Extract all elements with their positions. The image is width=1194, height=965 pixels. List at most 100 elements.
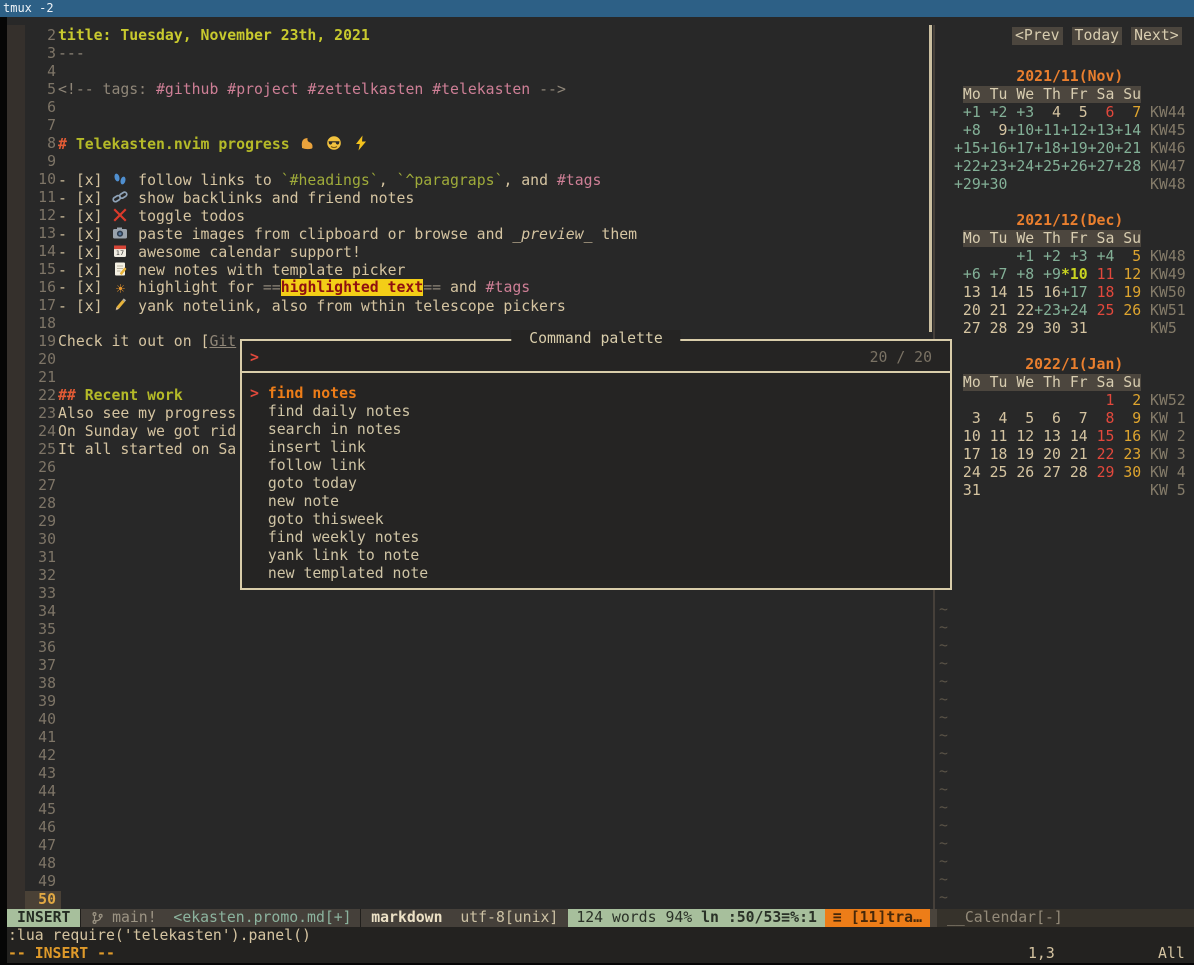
calendar-day[interactable]: +17 xyxy=(1007,140,1034,157)
editor-line[interactable]: 50 xyxy=(7,891,935,909)
calendar-day[interactable]: 31 xyxy=(1061,320,1088,337)
buffer-tab-segment[interactable]: ≡ [11]tra… xyxy=(825,909,930,927)
editor-line[interactable]: 14- [x] 17 awesome calendar support! xyxy=(7,243,935,261)
calendar-day[interactable]: 17 xyxy=(954,446,981,463)
editor-line[interactable]: 44 xyxy=(7,783,935,801)
editor-line[interactable]: 48 xyxy=(7,855,935,873)
editor-line[interactable]: 18 xyxy=(7,315,935,333)
calendar-day[interactable]: 30 xyxy=(1034,320,1061,337)
editor-line[interactable]: 39 xyxy=(7,693,935,711)
editor-line[interactable]: 12- [x] toggle todos xyxy=(7,207,935,225)
calendar-day[interactable]: +3 xyxy=(1007,104,1034,121)
editor-line[interactable]: 5<!-- tags: #github #project #zettelkast… xyxy=(7,81,935,99)
calendar-day[interactable]: +13 xyxy=(1088,122,1115,139)
calendar-day[interactable]: 6 xyxy=(1088,104,1115,121)
calendar-day[interactable]: 13 xyxy=(1034,428,1061,445)
editor-line[interactable]: 7 xyxy=(7,117,935,135)
calendar-day[interactable]: 1 xyxy=(1088,392,1115,409)
palette-item[interactable]: goto thisweek xyxy=(242,511,950,529)
calendar-day[interactable]: 29 xyxy=(1007,320,1034,337)
calendar-day[interactable]: +22 xyxy=(954,158,981,175)
calendar-day[interactable]: +2 xyxy=(981,104,1008,121)
calendar-day[interactable]: 21 xyxy=(981,302,1008,319)
calendar-day[interactable]: 22 xyxy=(1007,302,1034,319)
calendar-day[interactable]: +27 xyxy=(1088,158,1115,175)
calendar-day[interactable]: +25 xyxy=(1034,158,1061,175)
calendar-day[interactable]: 30 xyxy=(1114,464,1141,481)
calendar-day[interactable]: +18 xyxy=(1034,140,1061,157)
calendar-day[interactable]: +19 xyxy=(1061,140,1088,157)
calendar-day[interactable]: +16 xyxy=(981,140,1008,157)
editor-line[interactable]: 34 xyxy=(7,603,935,621)
calendar-day[interactable]: 11 xyxy=(1088,266,1115,283)
editor-line[interactable]: 45 xyxy=(7,801,935,819)
calendar-day[interactable]: 16 xyxy=(1034,284,1061,301)
calendar-day[interactable]: +14 xyxy=(1114,122,1141,139)
palette-item[interactable]: new note xyxy=(242,493,950,511)
editor-line[interactable]: 42 xyxy=(7,747,935,765)
calendar-day[interactable]: 4 xyxy=(981,410,1008,427)
calendar-day[interactable]: +20 xyxy=(1088,140,1115,157)
calendar-day[interactable]: +24 xyxy=(1061,302,1088,319)
calendar-day[interactable]: 31 xyxy=(954,482,981,499)
calendar-day[interactable]: 22 xyxy=(1088,446,1115,463)
editor-line[interactable]: 3--- xyxy=(7,45,935,63)
editor-line[interactable]: 17- [x] yank notelink, also from wthin t… xyxy=(7,297,935,315)
calendar-day[interactable]: 6 xyxy=(1034,410,1061,427)
calendar-day[interactable]: 16 xyxy=(1114,428,1141,445)
palette-item[interactable]: follow link xyxy=(242,457,950,475)
calendar-day[interactable]: 13 xyxy=(954,284,981,301)
calendar-day[interactable]: +7 xyxy=(981,266,1008,283)
calendar-day[interactable]: 26 xyxy=(1007,464,1034,481)
calendar-day[interactable]: +21 xyxy=(1114,140,1141,157)
editor-line[interactable]: 46 xyxy=(7,819,935,837)
calendar-day[interactable]: 2 xyxy=(1114,392,1141,409)
calendar-day[interactable]: +4 xyxy=(1088,248,1115,265)
calendar-day[interactable]: +3 xyxy=(1061,248,1088,265)
editor-line[interactable]: 2title: Tuesday, November 23th, 2021 xyxy=(7,27,935,45)
calendar-day[interactable]: 12 xyxy=(1114,266,1141,283)
calendar-day[interactable]: 5 xyxy=(1114,248,1141,265)
palette-item[interactable]: search in notes xyxy=(242,421,950,439)
calendar-day[interactable]: +29 xyxy=(954,176,981,193)
calendar-day[interactable]: 3 xyxy=(954,410,981,427)
calendar-day[interactable]: 25 xyxy=(1088,302,1115,319)
calendar-nav-next[interactable]: Next> xyxy=(1131,27,1182,45)
editor-line[interactable]: 49 xyxy=(7,873,935,891)
editor-line[interactable]: 9 xyxy=(7,153,935,171)
calendar-day[interactable]: 18 xyxy=(981,446,1008,463)
calendar-day[interactable]: +1 xyxy=(954,104,981,121)
editor-line[interactable]: 40 xyxy=(7,711,935,729)
editor-line[interactable]: 43 xyxy=(7,765,935,783)
calendar-day[interactable]: +24 xyxy=(1007,158,1034,175)
editor-line[interactable]: 13- [x] paste images from clipboard or b… xyxy=(7,225,935,243)
calendar-day[interactable]: 14 xyxy=(1061,428,1088,445)
editor-line[interactable]: 16- [x] ☀ highlight for ==highlighted te… xyxy=(7,279,935,297)
editor-line[interactable]: 6 xyxy=(7,99,935,117)
editor-line[interactable]: 15- [x] new notes with template picker xyxy=(7,261,935,279)
calendar-day[interactable]: +10 xyxy=(1007,122,1034,139)
calendar-nav-prev[interactable]: <Prev xyxy=(1012,27,1063,45)
calendar-day[interactable]: 15 xyxy=(1088,428,1115,445)
calendar-day[interactable]: 25 xyxy=(981,464,1008,481)
calendar-day[interactable]: 12 xyxy=(1007,428,1034,445)
calendar-day[interactable]: 4 xyxy=(1034,104,1061,121)
calendar-day[interactable]: 24 xyxy=(954,464,981,481)
calendar-day[interactable]: 21 xyxy=(1061,446,1088,463)
calendar-day[interactable]: 19 xyxy=(1114,284,1141,301)
calendar-day[interactable]: 29 xyxy=(1088,464,1115,481)
calendar-day[interactable]: +23 xyxy=(1034,302,1061,319)
calendar-day[interactable]: 20 xyxy=(954,302,981,319)
calendar-day[interactable]: 5 xyxy=(1061,104,1088,121)
calendar-day[interactable]: +15 xyxy=(954,140,981,157)
calendar-day[interactable]: +28 xyxy=(1114,158,1141,175)
calendar-day[interactable]: 27 xyxy=(954,320,981,337)
calendar-day[interactable]: 5 xyxy=(1007,410,1034,427)
calendar-day[interactable]: +23 xyxy=(981,158,1008,175)
scrollbar-thumb[interactable] xyxy=(929,25,932,332)
calendar-day[interactable]: 11 xyxy=(981,428,1008,445)
editor-line[interactable]: 8# Telekasten.nvim progress xyxy=(7,135,935,153)
editor-line[interactable]: 47 xyxy=(7,837,935,855)
calendar-day[interactable]: +8 xyxy=(954,122,981,139)
calendar-day[interactable]: 23 xyxy=(1114,446,1141,463)
